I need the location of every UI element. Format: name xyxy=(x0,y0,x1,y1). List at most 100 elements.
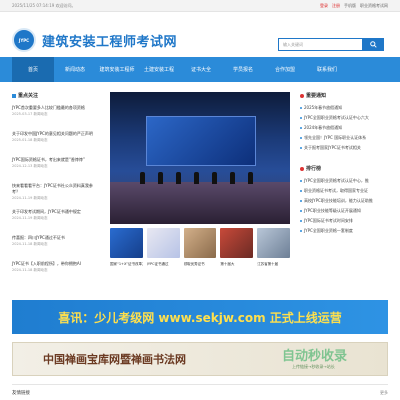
friend-links-more[interactable]: 更多 xyxy=(380,390,388,396)
focus-item-title[interactable]: JYPC国际资格证书，考出来就是“香饽饽” xyxy=(12,157,100,163)
thumbnail-caption[interactable]: 领取优秀证书 xyxy=(184,262,217,270)
focus-panel: 重点关注 JYPC首次重要多人比较门槛最的各项资格 2025-03-17 新闻动态… xyxy=(12,92,100,288)
focus-item-meta: 2024-11-18 新闻动态 xyxy=(12,242,48,246)
focus-item-meta: 2025-01-18 新闻动态 xyxy=(12,138,48,142)
site-header: JYPC 建筑安装工程师考试网 输入关键词 xyxy=(0,12,400,54)
focus-item[interactable]: 快来看看看平台：JYPC证书社公众资料真我参考？ 2024-11-19 新闻动态 xyxy=(12,183,100,201)
nav-partner[interactable]: 合作加盟 xyxy=(264,57,306,82)
notice-item[interactable]: JYPC全国职业资格考试认证中心六大 xyxy=(300,115,388,121)
bullet-icon xyxy=(300,107,302,109)
mobile-link[interactable]: 手机版 xyxy=(344,3,356,9)
nav-certificates[interactable]: 证书大全 xyxy=(180,57,222,82)
focus-item-meta: 2024-11-19 新闻动态 xyxy=(12,216,48,220)
rank-item[interactable]: 职业资格证书考试，取得国家专业证 xyxy=(300,188,388,194)
thumbnail-caption[interactable]: 第十届大 xyxy=(220,262,253,270)
person-figure xyxy=(248,172,253,184)
rank-item[interactable]: JYPC全国职业资格一套制度 xyxy=(300,228,388,234)
nav-civil[interactable]: 土建安装工程 xyxy=(138,57,180,82)
focus-item-title[interactable]: 快来看看看平台：JYPC证书社公众资料真我参考？ xyxy=(12,183,100,195)
focus-item[interactable]: JYPC首次重要多人比较门槛最的各项资格 2025-03-17 新闻动态 xyxy=(12,105,100,117)
notice-item[interactable]: 关于报考国家JYPC证书考试相关 xyxy=(300,145,388,151)
promo-banner[interactable]: 喜讯：少儿考级网 www.sekjw.com 正式上线运营 xyxy=(12,300,388,334)
main-nav: 首页 新闻动态 建筑安装工程师 土建安装工程 证书大全 学员报名 合作加盟 联系… xyxy=(0,57,400,82)
nav-home[interactable]: 首页 xyxy=(12,57,54,82)
rank-title: 排行榜 xyxy=(300,165,321,172)
focus-title-text: 重点关注 xyxy=(18,93,39,99)
rank-item-text[interactable]: 职业资格证书考试，取得国家专业证 xyxy=(304,188,368,194)
stage-screen xyxy=(146,116,256,166)
focus-item-title[interactable]: 传喜报：四川JYPC通过不证书 xyxy=(12,235,100,241)
thumbnail[interactable] xyxy=(110,228,143,258)
person-figure xyxy=(158,172,163,184)
focus-item[interactable]: 传喜报：四川JYPC通过不证书 2024-11-18 新闻动态 xyxy=(12,235,100,247)
search-input[interactable]: 输入关键词 xyxy=(278,38,363,51)
portal-link[interactable]: 职业资格考试网 xyxy=(360,3,388,9)
focus-item-title[interactable]: JYPC首次重要多人比较门槛最的各项资格 xyxy=(12,105,100,111)
notice-panel: 重要通知 2025年春节放假通知 JYPC全国职业资格考试认证中心六大 2024… xyxy=(300,92,388,288)
top-links: 登录 注册 手机版 职业资格考试网 xyxy=(320,3,388,9)
focus-item[interactable]: 关于印发考试期间，JYPC证书通中规定 2024-11-19 新闻动态 xyxy=(12,209,100,221)
focus-item-title[interactable]: JYPC证书【入职前程所】，带你拥抱AI xyxy=(12,261,100,267)
rank-item-text[interactable]: JYPC全国职业资格考试认证中心，推 xyxy=(304,178,369,184)
search-button[interactable] xyxy=(362,38,384,51)
notice-item[interactable]: 领先全国！JYPC 国际职业认证体系 xyxy=(300,135,388,141)
watermark-text: 自动秒收录 xyxy=(282,349,348,364)
bullet-icon xyxy=(300,230,302,232)
nav-signup[interactable]: 学员报名 xyxy=(222,57,264,82)
rank-item-text[interactable]: JYPC职业技能等级认证开展通知 xyxy=(304,208,361,214)
focus-item[interactable]: JYPC证书【入职前程所】，带你拥抱AI 2024-11-18 新闻动态 xyxy=(12,261,100,273)
rank-icon xyxy=(300,166,304,171)
rank-item-text[interactable]: JYPC国际证书考试时间安排 xyxy=(304,218,353,224)
focus-item-title[interactable]: 关于印发考试期间，JYPC证书通中规定 xyxy=(12,209,100,215)
top-bar: 2025/11/25 07:14:19 欢迎访问。 登录 注册 手机版 职业资格… xyxy=(0,0,400,12)
notice-item-text[interactable]: 领先全国！JYPC 国际职业认证体系 xyxy=(304,135,366,141)
notice-item-text[interactable]: 2024年春节放假通知 xyxy=(304,125,342,131)
person-figure xyxy=(140,172,145,184)
site-logo[interactable]: JYPC xyxy=(12,28,36,52)
thumbnail-caption[interactable]: JYPC证书通过 xyxy=(147,262,180,270)
focus-item-meta: 2025-03-17 新闻动态 xyxy=(12,112,48,116)
person-figure xyxy=(230,172,235,184)
featured-photo[interactable] xyxy=(110,92,290,224)
focus-item-title[interactable]: 关于印发中国JYPC的意见相关问题的严正声明 xyxy=(12,131,100,137)
focus-item-meta: 2024-11-19 新闻动态 xyxy=(12,196,48,200)
stage-floor xyxy=(110,182,290,224)
notice-item-text[interactable]: 关于报考国家JYPC证书考试相关 xyxy=(304,145,361,151)
rank-title-text: 排行榜 xyxy=(306,166,322,172)
bullet-icon xyxy=(300,180,302,182)
rank-item[interactable]: JYPC全国职业资格考试认证中心，推 xyxy=(300,178,388,184)
nav-contact[interactable]: 联系我们 xyxy=(306,57,348,82)
thumbnail[interactable] xyxy=(146,228,180,258)
thumbnail[interactable] xyxy=(257,228,290,258)
notice-item-text[interactable]: JYPC全国职业资格考试认证中心六大 xyxy=(304,115,369,121)
notice-item-text[interactable]: 2025年春节放假通知 xyxy=(304,105,342,111)
bullet-icon xyxy=(300,147,302,149)
thumbnail-captions: 国家“1+X”证书改革方 JYPC证书通过 领取优秀证书 第十届大 江苏省第十届 xyxy=(110,262,290,270)
date-text: 2025/11/25 07:14:19 欢迎访问。 xyxy=(12,3,76,8)
nav-engineer[interactable]: 建筑安装工程师 xyxy=(96,57,138,82)
thumbnail-caption[interactable]: 国家“1+X”证书改革方 xyxy=(110,262,143,270)
logo-text: JYPC xyxy=(18,37,30,43)
login-link[interactable]: 登录 xyxy=(320,3,328,9)
rank-item[interactable]: 高校JYPC职业技能培训，能力认证助推 xyxy=(300,198,388,204)
notice-item[interactable]: 2024年春节放假通知 xyxy=(300,125,388,131)
notice-item[interactable]: 2025年春节放假通知 xyxy=(300,105,388,111)
bullet-icon xyxy=(300,117,302,119)
person-figure xyxy=(194,172,199,184)
site-title[interactable]: 建筑安装工程师考试网 xyxy=(42,31,177,50)
notice-title-text: 重要通知 xyxy=(306,93,327,99)
thumbnail[interactable] xyxy=(220,228,254,258)
rank-item[interactable]: JYPC国际证书考试时间安排 xyxy=(300,218,388,224)
notice-title: 重要通知 xyxy=(300,92,326,99)
rank-item-text[interactable]: 高校JYPC职业技能培训，能力认证助推 xyxy=(304,198,373,204)
nav-news[interactable]: 新闻动态 xyxy=(54,57,96,82)
rank-item[interactable]: JYPC职业技能等级认证开展通知 xyxy=(300,208,388,214)
thumbnail-caption[interactable]: 江苏省第十届 xyxy=(257,262,290,270)
register-link[interactable]: 注册 xyxy=(332,3,340,9)
square-icon xyxy=(12,93,16,98)
thumbnail[interactable] xyxy=(183,228,217,258)
rank-item-text[interactable]: JYPC全国职业资格一套制度 xyxy=(304,228,353,234)
focus-item[interactable]: 关于印发中国JYPC的意见相关问题的严正声明 2025-01-18 新闻动态 xyxy=(12,131,100,143)
friend-links: 友情链接 更多 xyxy=(12,384,388,400)
focus-item[interactable]: JYPC国际资格证书，考出来就是“香饽饽” 2024-12-13 新闻动态 xyxy=(12,157,100,169)
